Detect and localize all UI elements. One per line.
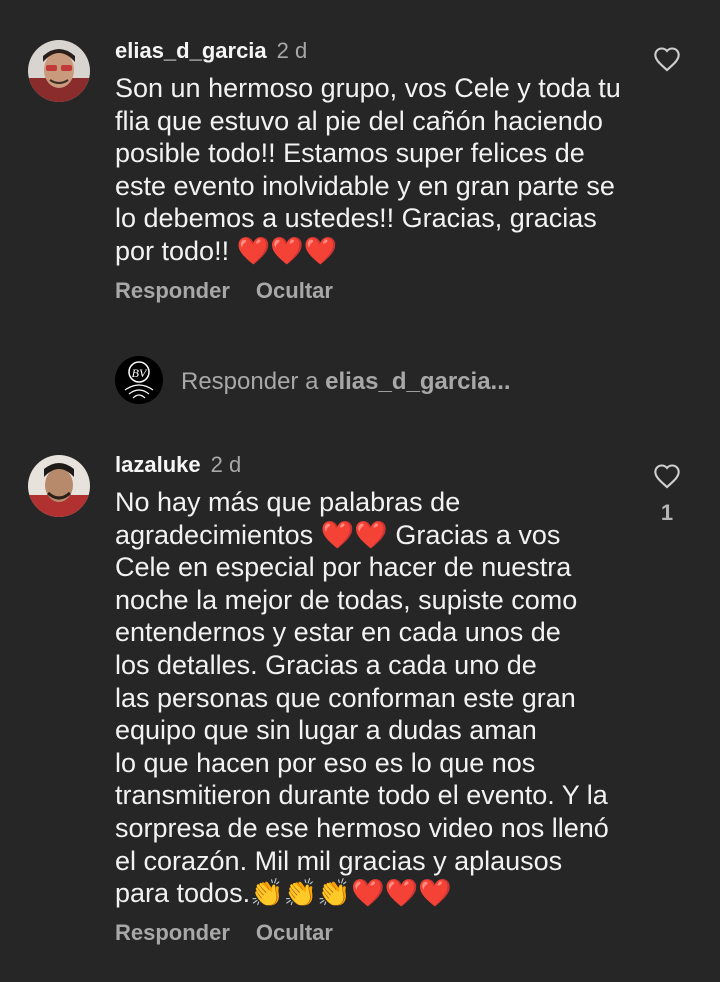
- hide-button[interactable]: Ocultar: [256, 920, 333, 945]
- avatar[interactable]: [28, 40, 90, 102]
- comment-item: elias_d_garcia 2 d Son un hermoso grupo, …: [0, 0, 720, 330]
- heart-outline-icon: [654, 47, 680, 72]
- reply-prefix: Responder a: [181, 368, 326, 395]
- username[interactable]: elias_d_garcia: [115, 38, 267, 63]
- username[interactable]: lazaluke: [115, 452, 201, 477]
- timestamp: 2 d: [210, 452, 242, 477]
- avatar[interactable]: [28, 455, 90, 517]
- comment-text: No hay más que palabras de agradecimient…: [115, 487, 609, 909]
- timestamp: 2 d: [276, 38, 308, 63]
- like-button[interactable]: [652, 46, 682, 77]
- hide-button[interactable]: Ocultar: [256, 278, 333, 303]
- heart-outline-icon: [654, 464, 680, 489]
- reply-target: elias_d_garcia...: [325, 368, 511, 395]
- svg-text:BV: BV: [132, 366, 148, 380]
- reply-placeholder[interactable]: Responder a elias_d_garcia...: [181, 368, 511, 396]
- avatar: BV: [115, 356, 163, 404]
- comment-text: Son un hermoso grupo, vos Cele y toda tu…: [115, 73, 621, 266]
- like-button[interactable]: 1: [652, 463, 682, 526]
- like-count: 1: [660, 500, 674, 525]
- comment-item: lazaluke 2 d No hay más que palabras de a…: [0, 440, 720, 980]
- reply-button[interactable]: Responder: [115, 920, 230, 945]
- reply-button[interactable]: Responder: [115, 278, 230, 303]
